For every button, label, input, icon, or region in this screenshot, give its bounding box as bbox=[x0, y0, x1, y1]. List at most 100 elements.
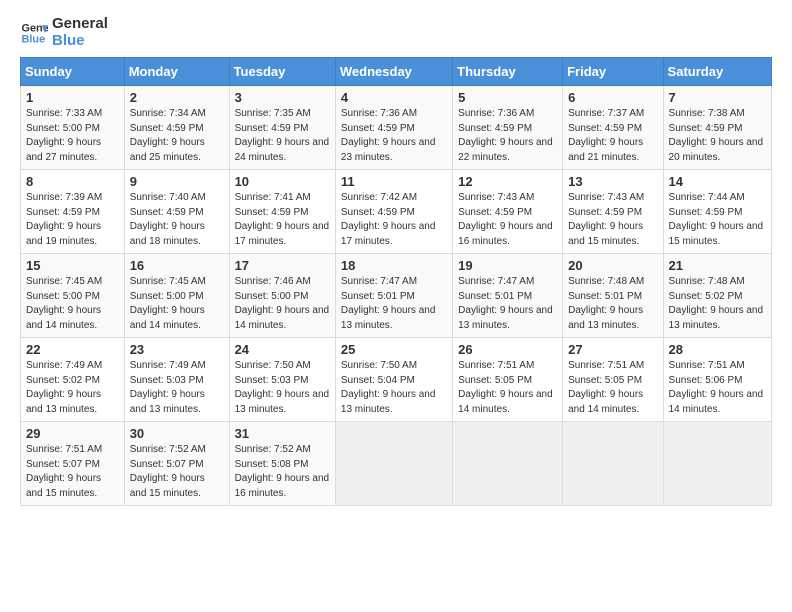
day-info: Sunrise: 7:45 AMSunset: 5:00 PMDaylight:… bbox=[26, 275, 119, 333]
day-number: 4 bbox=[341, 90, 447, 105]
day-number: 15 bbox=[26, 258, 119, 273]
logo-blue: Blue bbox=[52, 33, 108, 50]
day-number: 14 bbox=[669, 174, 766, 189]
day-info: Sunrise: 7:40 AMSunset: 4:59 PMDaylight:… bbox=[130, 191, 224, 249]
day-info: Sunrise: 7:43 AMSunset: 4:59 PMDaylight:… bbox=[458, 191, 557, 249]
day-number: 26 bbox=[458, 342, 557, 357]
col-header-friday: Friday bbox=[563, 58, 663, 86]
day-info: Sunrise: 7:47 AMSunset: 5:01 PMDaylight:… bbox=[458, 275, 557, 333]
day-info: Sunrise: 7:52 AMSunset: 5:07 PMDaylight:… bbox=[130, 443, 224, 501]
day-number: 11 bbox=[341, 174, 447, 189]
logo-general: General bbox=[52, 16, 108, 33]
day-info: Sunrise: 7:46 AMSunset: 5:00 PMDaylight:… bbox=[235, 275, 330, 333]
day-cell-6: 6 Sunrise: 7:37 AMSunset: 4:59 PMDaylight… bbox=[563, 86, 663, 170]
day-info: Sunrise: 7:47 AMSunset: 5:01 PMDaylight:… bbox=[341, 275, 447, 333]
day-cell-18: 18 Sunrise: 7:47 AMSunset: 5:01 PMDayligh… bbox=[335, 254, 452, 338]
day-cell-2: 2Sunrise: 7:34 AMSunset: 4:59 PMDaylight… bbox=[124, 86, 229, 170]
col-header-monday: Monday bbox=[124, 58, 229, 86]
col-header-sunday: Sunday bbox=[21, 58, 125, 86]
day-cell-5: 5 Sunrise: 7:36 AMSunset: 4:59 PMDaylight… bbox=[453, 86, 563, 170]
calendar-page: General Blue General Blue SundayMondayTu… bbox=[0, 0, 792, 516]
day-info: Sunrise: 7:49 AMSunset: 5:03 PMDaylight:… bbox=[130, 359, 224, 417]
day-info: Sunrise: 7:43 AMSunset: 4:59 PMDaylight:… bbox=[568, 191, 657, 249]
day-info: Sunrise: 7:51 AMSunset: 5:07 PMDaylight:… bbox=[26, 443, 119, 501]
day-number: 29 bbox=[26, 426, 119, 441]
day-cell-28: 28 Sunrise: 7:51 AMSunset: 5:06 PMDayligh… bbox=[663, 338, 771, 422]
calendar-week-4: 29 Sunrise: 7:51 AMSunset: 5:07 PMDayligh… bbox=[21, 422, 772, 506]
day-info: Sunrise: 7:50 AMSunset: 5:04 PMDaylight:… bbox=[341, 359, 447, 417]
logo-icon: General Blue bbox=[20, 19, 48, 47]
day-number: 23 bbox=[130, 342, 224, 357]
svg-text:Blue: Blue bbox=[22, 33, 46, 45]
day-number: 17 bbox=[235, 258, 330, 273]
day-cell-1: 1 Sunrise: 7:33 AMSunset: 5:00 PMDaylight… bbox=[21, 86, 125, 170]
day-number: 22 bbox=[26, 342, 119, 357]
day-info: Sunrise: 7:50 AMSunset: 5:03 PMDaylight:… bbox=[235, 359, 330, 417]
day-info: Sunrise: 7:36 AMSunset: 4:59 PMDaylight:… bbox=[341, 107, 447, 165]
day-number: 2 bbox=[130, 90, 224, 105]
day-cell-3: 3Sunrise: 7:35 AMSunset: 4:59 PMDaylight… bbox=[229, 86, 335, 170]
col-header-wednesday: Wednesday bbox=[335, 58, 452, 86]
day-number: 28 bbox=[669, 342, 766, 357]
day-cell-25: 25 Sunrise: 7:50 AMSunset: 5:04 PMDayligh… bbox=[335, 338, 452, 422]
day-number: 30 bbox=[130, 426, 224, 441]
day-cell-30: 30 Sunrise: 7:52 AMSunset: 5:07 PMDayligh… bbox=[124, 422, 229, 506]
day-cell-9: 9Sunrise: 7:40 AMSunset: 4:59 PMDaylight… bbox=[124, 170, 229, 254]
day-number: 1 bbox=[26, 90, 119, 105]
day-info: Sunrise: 7:39 AMSunset: 4:59 PMDaylight:… bbox=[26, 191, 119, 249]
day-number: 5 bbox=[458, 90, 557, 105]
day-cell-8: 8Sunrise: 7:39 AMSunset: 4:59 PMDaylight… bbox=[21, 170, 125, 254]
empty-cell bbox=[663, 422, 771, 506]
day-cell-11: 11 Sunrise: 7:42 AMSunset: 4:59 PMDayligh… bbox=[335, 170, 452, 254]
day-info: Sunrise: 7:51 AMSunset: 5:05 PMDaylight:… bbox=[568, 359, 657, 417]
day-number: 31 bbox=[235, 426, 330, 441]
day-number: 20 bbox=[568, 258, 657, 273]
empty-cell bbox=[453, 422, 563, 506]
day-cell-12: 12Sunrise: 7:43 AMSunset: 4:59 PMDayligh… bbox=[453, 170, 563, 254]
day-number: 27 bbox=[568, 342, 657, 357]
calendar-header-row: SundayMondayTuesdayWednesdayThursdayFrid… bbox=[21, 58, 772, 86]
day-info: Sunrise: 7:45 AMSunset: 5:00 PMDaylight:… bbox=[130, 275, 224, 333]
day-info: Sunrise: 7:52 AMSunset: 5:08 PMDaylight:… bbox=[235, 443, 330, 501]
day-info: Sunrise: 7:51 AMSunset: 5:06 PMDaylight:… bbox=[669, 359, 766, 417]
day-cell-14: 14Sunrise: 7:44 AMSunset: 4:59 PMDayligh… bbox=[663, 170, 771, 254]
empty-cell bbox=[563, 422, 663, 506]
day-number: 19 bbox=[458, 258, 557, 273]
col-header-saturday: Saturday bbox=[663, 58, 771, 86]
calendar-week-2: 15 Sunrise: 7:45 AMSunset: 5:00 PMDayligh… bbox=[21, 254, 772, 338]
day-cell-17: 17 Sunrise: 7:46 AMSunset: 5:00 PMDayligh… bbox=[229, 254, 335, 338]
day-info: Sunrise: 7:35 AMSunset: 4:59 PMDaylight:… bbox=[235, 107, 330, 165]
calendar-week-3: 22 Sunrise: 7:49 AMSunset: 5:02 PMDayligh… bbox=[21, 338, 772, 422]
day-info: Sunrise: 7:36 AMSunset: 4:59 PMDaylight:… bbox=[458, 107, 557, 165]
day-cell-4: 4 Sunrise: 7:36 AMSunset: 4:59 PMDaylight… bbox=[335, 86, 452, 170]
day-cell-13: 13 Sunrise: 7:43 AMSunset: 4:59 PMDayligh… bbox=[563, 170, 663, 254]
day-number: 6 bbox=[568, 90, 657, 105]
day-cell-19: 19 Sunrise: 7:47 AMSunset: 5:01 PMDayligh… bbox=[453, 254, 563, 338]
day-cell-26: 26Sunrise: 7:51 AMSunset: 5:05 PMDayligh… bbox=[453, 338, 563, 422]
day-info: Sunrise: 7:33 AMSunset: 5:00 PMDaylight:… bbox=[26, 107, 119, 165]
day-cell-21: 21Sunrise: 7:48 AMSunset: 5:02 PMDayligh… bbox=[663, 254, 771, 338]
day-cell-31: 31 Sunrise: 7:52 AMSunset: 5:08 PMDayligh… bbox=[229, 422, 335, 506]
calendar-week-0: 1 Sunrise: 7:33 AMSunset: 5:00 PMDaylight… bbox=[21, 86, 772, 170]
day-info: Sunrise: 7:49 AMSunset: 5:02 PMDaylight:… bbox=[26, 359, 119, 417]
col-header-thursday: Thursday bbox=[453, 58, 563, 86]
day-number: 7 bbox=[669, 90, 766, 105]
day-number: 18 bbox=[341, 258, 447, 273]
day-number: 25 bbox=[341, 342, 447, 357]
day-info: Sunrise: 7:37 AMSunset: 4:59 PMDaylight:… bbox=[568, 107, 657, 165]
day-info: Sunrise: 7:42 AMSunset: 4:59 PMDaylight:… bbox=[341, 191, 447, 249]
day-number: 21 bbox=[669, 258, 766, 273]
empty-cell bbox=[335, 422, 452, 506]
day-info: Sunrise: 7:38 AMSunset: 4:59 PMDaylight:… bbox=[669, 107, 766, 165]
col-header-tuesday: Tuesday bbox=[229, 58, 335, 86]
day-cell-16: 16 Sunrise: 7:45 AMSunset: 5:00 PMDayligh… bbox=[124, 254, 229, 338]
day-cell-7: 7 Sunrise: 7:38 AMSunset: 4:59 PMDaylight… bbox=[663, 86, 771, 170]
logo: General Blue General Blue bbox=[20, 16, 108, 49]
day-info: Sunrise: 7:48 AMSunset: 5:01 PMDaylight:… bbox=[568, 275, 657, 333]
day-number: 13 bbox=[568, 174, 657, 189]
day-number: 16 bbox=[130, 258, 224, 273]
day-cell-20: 20 Sunrise: 7:48 AMSunset: 5:01 PMDayligh… bbox=[563, 254, 663, 338]
day-cell-10: 10Sunrise: 7:41 AMSunset: 4:59 PMDayligh… bbox=[229, 170, 335, 254]
day-number: 24 bbox=[235, 342, 330, 357]
day-cell-24: 24 Sunrise: 7:50 AMSunset: 5:03 PMDayligh… bbox=[229, 338, 335, 422]
